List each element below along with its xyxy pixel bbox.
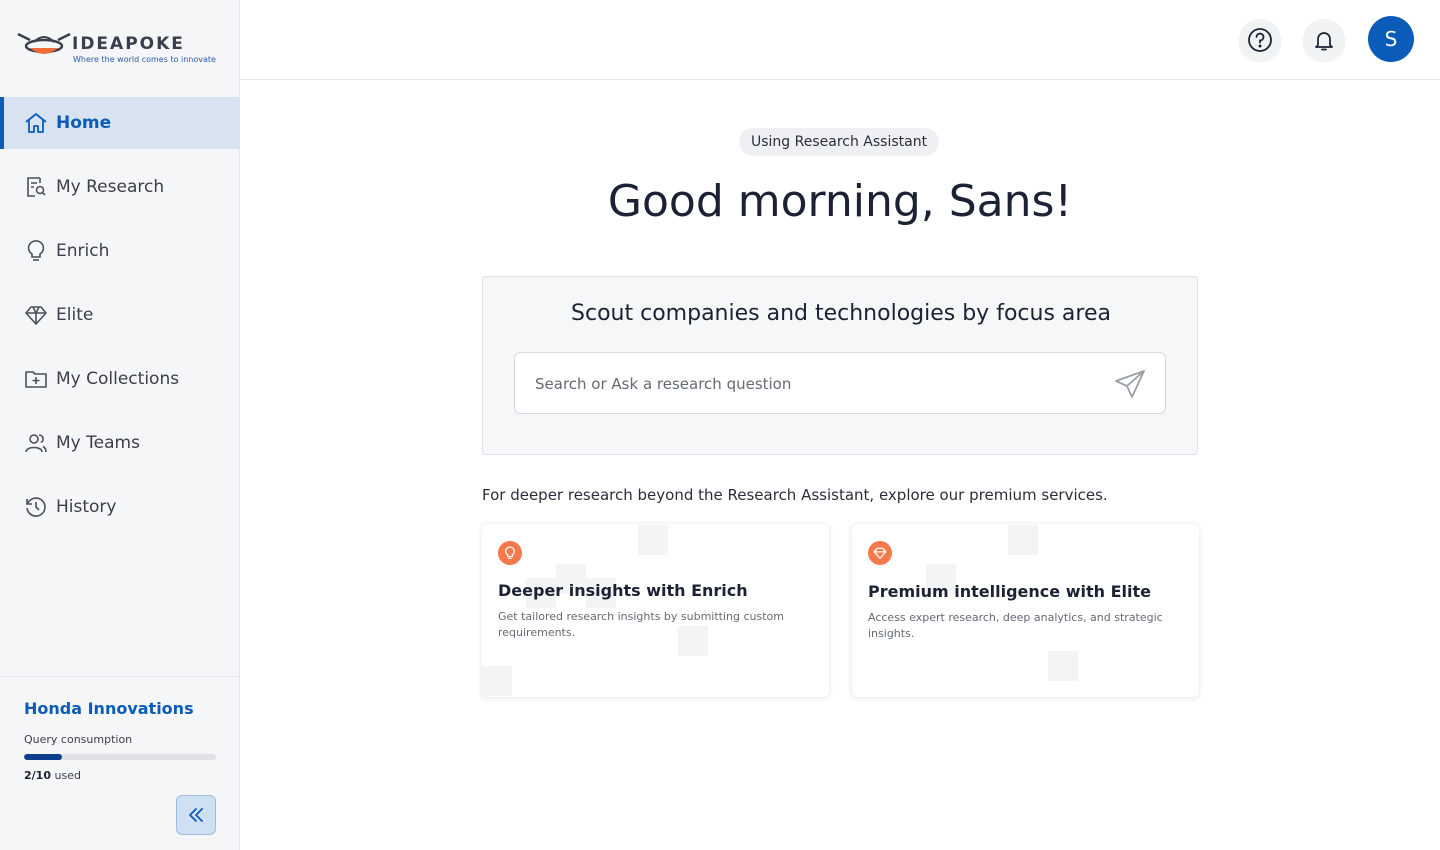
folder-plus-icon (24, 367, 48, 391)
send-button[interactable] (1113, 368, 1147, 400)
sidebar-item-label: My Teams (56, 433, 140, 453)
diamond-icon (868, 541, 892, 565)
double-chevron-left-icon (189, 808, 203, 822)
enrich-card-description: Get tailored research insights by submit… (498, 610, 785, 639)
enrich-service-card[interactable]: Deeper insights with Enrich Get tailored… (482, 524, 829, 697)
help-icon (1248, 28, 1272, 52)
brand-tagline: Where the world comes to innovate (73, 55, 216, 64)
premium-intro-text: For deeper research beyond the Research … (482, 486, 1108, 504)
sidebar-item-elite[interactable]: Elite (0, 289, 240, 341)
help-button[interactable] (1239, 19, 1281, 61)
organization-name: Honda Innovations (24, 699, 194, 718)
sidebar-item-label: My Research (56, 177, 165, 197)
quota-used-value: 2/10 (24, 769, 51, 782)
sidebar-item-label: Home (56, 113, 112, 133)
sidebar-item-my-collections[interactable]: My Collections (0, 353, 240, 405)
brand-name: IDEAPOKE (72, 34, 185, 54)
quota-progress-bar (24, 754, 216, 760)
sidebar-item-history[interactable]: History (0, 481, 240, 533)
lightbulb-icon (498, 541, 522, 565)
send-icon (1115, 370, 1145, 398)
lightbulb-icon (24, 239, 48, 263)
decorative-tile (1048, 651, 1078, 681)
logo-mark-icon (17, 32, 71, 54)
enrich-card-title: Deeper insights with Enrich (498, 581, 748, 600)
sidebar-item-home[interactable]: Home (0, 97, 240, 149)
sidebar-item-enrich[interactable]: Enrich (0, 225, 240, 277)
user-avatar[interactable]: S (1368, 16, 1414, 62)
history-icon (24, 495, 48, 519)
sidebar-item-label: My Collections (56, 369, 180, 389)
sidebar-item-my-teams[interactable]: My Teams (0, 417, 240, 469)
sidebar-nav: Home My Research Enrich Elite My Collect… (0, 97, 240, 545)
diamond-icon (24, 303, 48, 327)
quota-used-text: 2/10 used (24, 769, 81, 782)
sidebar-item-label: Elite (56, 305, 94, 325)
decorative-tile (1008, 525, 1038, 555)
brand-logo[interactable]: IDEAPOKE Where the world comes to innova… (16, 24, 226, 68)
sidebar-footer: Honda Innovations Query consumption 2/10… (0, 676, 240, 850)
home-icon (24, 111, 48, 135)
notifications-button[interactable] (1303, 19, 1345, 61)
search-box (514, 352, 1166, 414)
research-icon (24, 175, 48, 199)
decorative-tile (638, 525, 668, 555)
mode-pill: Using Research Assistant (739, 128, 940, 156)
decorative-tile (482, 666, 512, 696)
quota-label: Query consumption (24, 733, 133, 746)
quota-used-suffix: used (50, 769, 81, 782)
elite-service-card[interactable]: Premium intelligence with Elite Access e… (852, 524, 1199, 697)
sidebar-item-label: Enrich (56, 241, 110, 261)
sidebar-item-label: History (56, 497, 117, 517)
elite-card-description: Access expert research, deep analytics, … (868, 611, 1163, 640)
team-icon (24, 431, 48, 455)
quota-progress-fill (24, 754, 63, 760)
collapse-sidebar-button[interactable] (176, 795, 216, 835)
top-bar: S (240, 0, 1440, 80)
search-input[interactable] (535, 371, 1095, 397)
sidebar: IDEAPOKE Where the world comes to innova… (0, 0, 240, 850)
greeting-heading: Good morning, Sans! (607, 176, 1073, 227)
search-card-title: Scout companies and technologies by focu… (571, 301, 1111, 326)
bell-icon (1315, 32, 1333, 51)
sidebar-item-my-research[interactable]: My Research (0, 161, 240, 213)
search-card: Scout companies and technologies by focu… (482, 276, 1198, 455)
elite-card-title: Premium intelligence with Elite (868, 582, 1151, 601)
